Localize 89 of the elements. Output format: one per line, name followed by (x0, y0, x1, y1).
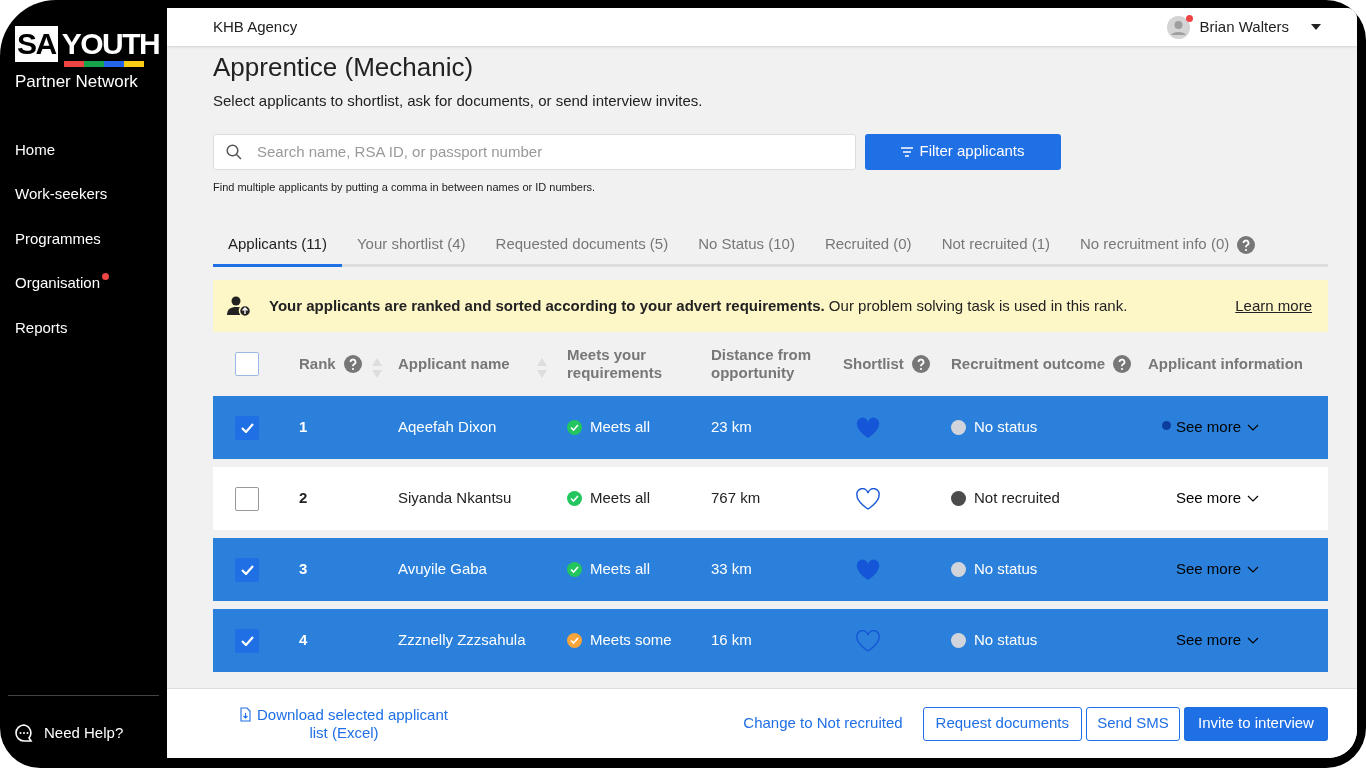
see-more-button[interactable]: See more (1176, 487, 1260, 510)
logo-text: YOUTH (61, 26, 160, 62)
user-name[interactable]: Brian Walters (1199, 15, 1289, 39)
table-cell-text: No status (974, 559, 1038, 580)
heart-icon[interactable] (856, 487, 880, 510)
table-cell: 23 km (711, 418, 752, 436)
column-header: Applicant name (398, 355, 510, 373)
table-cell-text: Not recruited (974, 488, 1060, 509)
nav-item[interactable]: Work-seekers (15, 183, 108, 206)
check-icon (240, 635, 254, 646)
column-header: Rank (299, 355, 336, 373)
help-icon[interactable] (911, 355, 930, 373)
checkbox[interactable] (235, 415, 259, 440)
table-cell: Zzznelly Zzzsahula (398, 631, 526, 649)
filter-button[interactable]: Filter applicants (865, 133, 1061, 170)
table-cell: 1 (299, 418, 308, 436)
column-header: Recruitment outcome (951, 355, 1106, 373)
table-row[interactable]: 4 Zzznelly Zzzsahula Meets some 16 km No status See more (213, 609, 1328, 672)
chevron-down-icon (1247, 424, 1260, 431)
help-icon[interactable] (343, 355, 362, 373)
table-row[interactable]: 1 Aqeefah Dixon Meets all 23 km No status See more (213, 396, 1328, 459)
help-link[interactable]: Need Help? (44, 721, 124, 744)
column-header: Applicant information (1148, 355, 1303, 373)
filter-icon (901, 146, 914, 157)
table-cell-text: No status (974, 630, 1038, 651)
tab[interactable]: No recruitment info (0) (1065, 225, 1271, 267)
table-cell-text: Meets all (590, 417, 651, 438)
help-icon[interactable] (1113, 355, 1132, 373)
table-cell: 3 (299, 560, 308, 578)
table-cell: 2 (299, 489, 308, 507)
tab[interactable]: Recruited (0) (809, 225, 927, 267)
chevron-down-icon (1247, 566, 1260, 573)
organisation-name: KHB Agency (213, 16, 298, 37)
logo-text: SA (15, 26, 58, 62)
see-more-button[interactable]: See more (1176, 416, 1260, 439)
help-icon[interactable] (1237, 235, 1256, 254)
tab[interactable]: Applicants (11) (213, 225, 342, 267)
tab[interactable]: No Status (10) (683, 225, 810, 267)
table-cell: Aqeefah Dixon (398, 418, 497, 436)
table-cell: 4 (299, 631, 308, 649)
nav-item[interactable]: Organisation (15, 272, 101, 295)
checkbox[interactable] (235, 628, 259, 653)
see-more-button[interactable]: See more (1176, 629, 1260, 652)
search-field[interactable]: Search name, RSA ID, or passport number (213, 133, 856, 170)
checkbox[interactable] (235, 352, 259, 376)
chevron-down-icon (1247, 495, 1260, 502)
column-header: Shortlist (843, 355, 904, 373)
column-header: Distance from opportunity (711, 346, 813, 382)
table-cell-text: No status (974, 417, 1038, 438)
learn-more-link[interactable]: Learn more (1235, 294, 1312, 318)
check-icon (240, 564, 254, 575)
invite-button[interactable]: Invite to interview (1184, 706, 1328, 741)
download-link[interactable]: Download selected applicant list (Excel) (237, 705, 451, 742)
check-icon (240, 422, 254, 433)
checkbox[interactable] (235, 557, 259, 582)
tab[interactable]: Requested documents (5) (480, 225, 684, 267)
change-status-link[interactable]: Change to Not recruited (743, 712, 903, 735)
tab[interactable]: Your shortlist (4) (341, 225, 481, 267)
table-cell-text: Meets some (590, 630, 672, 651)
page-subtitle: Select applicants to shortlist, ask for documents, or send interview invites. (213, 91, 704, 111)
search-icon (226, 143, 242, 160)
nav-item[interactable]: Reports (15, 316, 68, 339)
table-cell: 767 km (711, 489, 761, 507)
table-cell: 33 km (711, 560, 752, 578)
table-cell: 16 km (711, 631, 752, 649)
tab[interactable]: Not recruited (1) (926, 225, 1065, 267)
avatar-icon[interactable] (1166, 15, 1190, 39)
table-cell: Avuyile Gaba (398, 560, 487, 578)
table-cell: Siyanda Nkantsu (398, 489, 512, 507)
page-title: Apprentice (Mechanic) (213, 51, 475, 84)
logo-subtitle: Partner Network (15, 71, 139, 93)
checkbox[interactable] (235, 486, 259, 511)
send-sms-button[interactable]: Send SMS (1086, 706, 1180, 741)
user-upload-icon (227, 295, 251, 317)
table-cell-text: Meets all (590, 488, 651, 509)
table-cell-text: Meets all (590, 559, 651, 580)
caret-icon[interactable] (1311, 24, 1321, 30)
column-header: Meets your requirements (567, 346, 664, 382)
file-download-icon (240, 706, 251, 722)
chat-icon (14, 722, 34, 743)
nav-item[interactable]: Programmes (15, 227, 101, 250)
table-row[interactable]: 3 Avuyile Gaba Meets all 33 km No status See more (213, 538, 1328, 601)
see-more-button[interactable]: See more (1176, 558, 1260, 581)
nav-item[interactable]: Home (15, 138, 55, 161)
search-hint: Find multiple applicants by putting a comma in between names or ID numbers. (213, 179, 597, 195)
table-row[interactable]: 2 Siyanda Nkantsu Meets all 767 km Not recruited See more (213, 467, 1328, 530)
request-documents-button[interactable]: Request documents (922, 706, 1082, 741)
chevron-down-icon (1247, 637, 1260, 644)
banner-text: Your applicants are ranked and sorted according to your advert requirements. Our problem solving task is used in this rank. (269, 295, 1128, 316)
